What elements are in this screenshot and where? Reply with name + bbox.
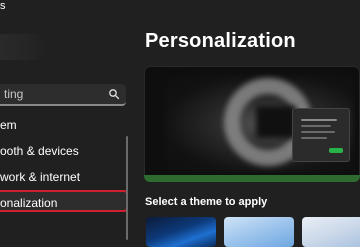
page-title: Personalization (145, 30, 296, 52)
search-box[interactable]: ting (0, 84, 126, 106)
sidebar-item-personalization[interactable]: onalization (0, 190, 128, 212)
sidebar-item-network-internet[interactable]: work & internet (0, 166, 124, 188)
preview-window-line (301, 119, 337, 121)
sidebar-item-bluetooth-devices[interactable]: ooth & devices (0, 140, 124, 162)
sidebar: s ting em ooth & devices work & internet… (0, 0, 130, 240)
preview-window-line (301, 131, 335, 133)
preview-accent-button (329, 148, 343, 153)
sidebar-item-label: ooth & devices (0, 144, 79, 158)
theme-dark-bloom[interactable] (146, 217, 216, 247)
theme-light[interactable] (302, 217, 360, 247)
section-heading: Select a theme to apply (145, 196, 268, 208)
sidebar-item-label: em (0, 118, 17, 132)
theme-preview (144, 66, 360, 182)
sidebar-scrollbar[interactable] (126, 136, 128, 240)
user-profile[interactable] (0, 34, 46, 60)
app-title: s (0, 0, 6, 12)
search-icon[interactable] (108, 88, 120, 100)
sidebar-item-label: work & internet (0, 170, 81, 184)
preview-wallpaper-shadow (256, 106, 296, 138)
preview-window-line (301, 137, 327, 139)
sidebar-item-label: onalization (0, 196, 58, 210)
theme-light-bloom[interactable] (224, 217, 294, 247)
preview-taskbar (144, 175, 360, 182)
preview-window (292, 108, 350, 162)
search-input[interactable]: ting (4, 87, 23, 101)
preview-window-line (301, 125, 331, 127)
sidebar-item-system[interactable]: em (0, 114, 124, 136)
